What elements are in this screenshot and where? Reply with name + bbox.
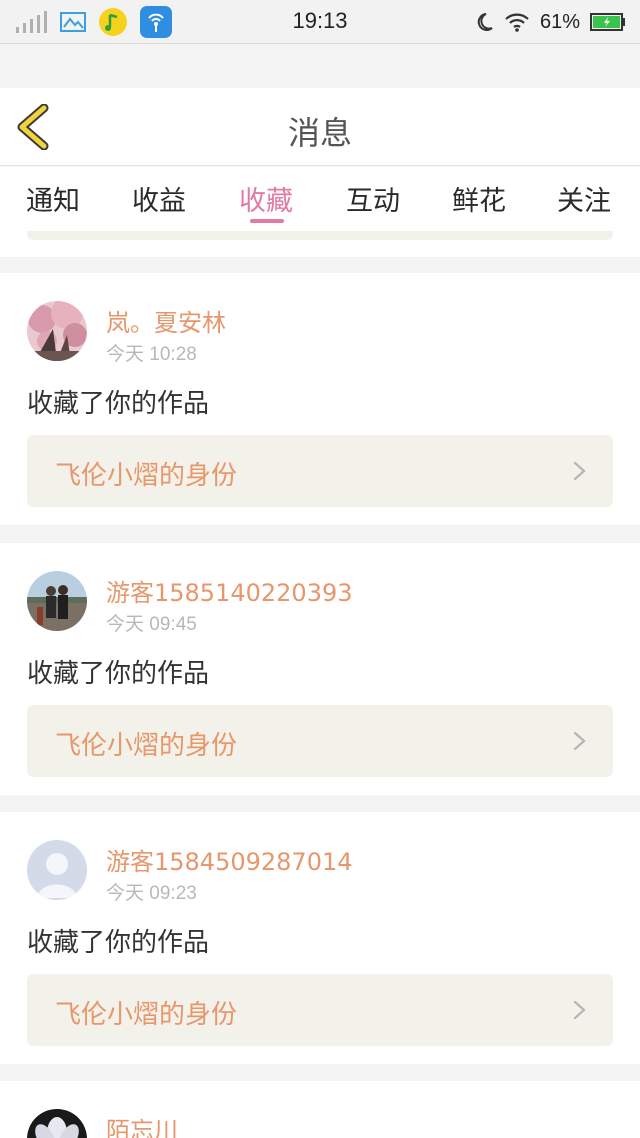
work-link[interactable]: 飞伦小熠的身份 [27, 435, 613, 507]
chevron-right-icon [573, 461, 586, 481]
user-name[interactable]: 游客1585140220393 [106, 573, 353, 608]
tab-bar: 通知 收益 收藏 互动 鲜花 关注 [0, 167, 640, 231]
work-title: 飞伦小熠的身份 [55, 1000, 238, 1030]
message-card: 游客1585140220393 今天 09:45 收藏了你的作品 飞伦小熠的身份 [0, 543, 640, 795]
chevron-right-icon [573, 1000, 586, 1020]
user-name[interactable]: 陌忘川 [106, 1111, 178, 1138]
header-bar: 消息 [0, 88, 640, 166]
tab-follows[interactable]: 关注 [557, 179, 611, 218]
message-action: 收藏了你的作品 [27, 659, 210, 689]
tab-earnings[interactable]: 收益 [132, 179, 186, 218]
active-tab-indicator [250, 219, 284, 223]
chevron-right-icon [573, 731, 586, 751]
default-user-avatar[interactable] [27, 840, 87, 900]
status-right-icons: 61% [476, 8, 626, 36]
work-link[interactable]: 飞伦小熠的身份 [27, 974, 613, 1046]
message-action: 收藏了你的作品 [27, 389, 210, 419]
do-not-disturb-icon [477, 13, 493, 31]
message-time: 今天 10:28 [106, 344, 197, 365]
tab-notifications[interactable]: 通知 [26, 179, 80, 218]
wifi-icon [505, 13, 529, 32]
message-time: 今天 09:23 [106, 883, 197, 904]
previous-card-fragment [0, 231, 640, 257]
battery-icon [590, 13, 625, 31]
couple-photo-avatar[interactable] [27, 571, 87, 631]
message-card: 陌忘川 [0, 1081, 640, 1138]
message-action: 收藏了你的作品 [27, 928, 210, 958]
battery-percent: 61% [539, 10, 580, 33]
tab-interactions[interactable]: 互动 [346, 179, 400, 218]
work-link[interactable]: 飞伦小熠的身份 [27, 705, 613, 777]
user-name[interactable]: 游客1584509287014 [106, 842, 353, 877]
work-title: 飞伦小熠的身份 [55, 461, 238, 491]
status-bar: 19:13 61% [0, 0, 640, 44]
message-time: 今天 09:45 [106, 614, 197, 635]
user-name[interactable]: 岚。夏安林 [106, 303, 226, 338]
tab-flowers[interactable]: 鲜花 [452, 179, 506, 218]
tab-favorites[interactable]: 收藏 [239, 179, 293, 218]
page-title: 消息 [287, 114, 352, 152]
flower-avatar[interactable] [27, 1109, 87, 1138]
message-card: 游客1584509287014 今天 09:23 收藏了你的作品 飞伦小熠的身份 [0, 812, 640, 1064]
work-title: 飞伦小熠的身份 [55, 731, 238, 761]
message-card: 岚。夏安林 今天 10:28 收藏了你的作品 飞伦小熠的身份 [0, 273, 640, 525]
cherry-blossom-avatar[interactable] [27, 301, 87, 361]
